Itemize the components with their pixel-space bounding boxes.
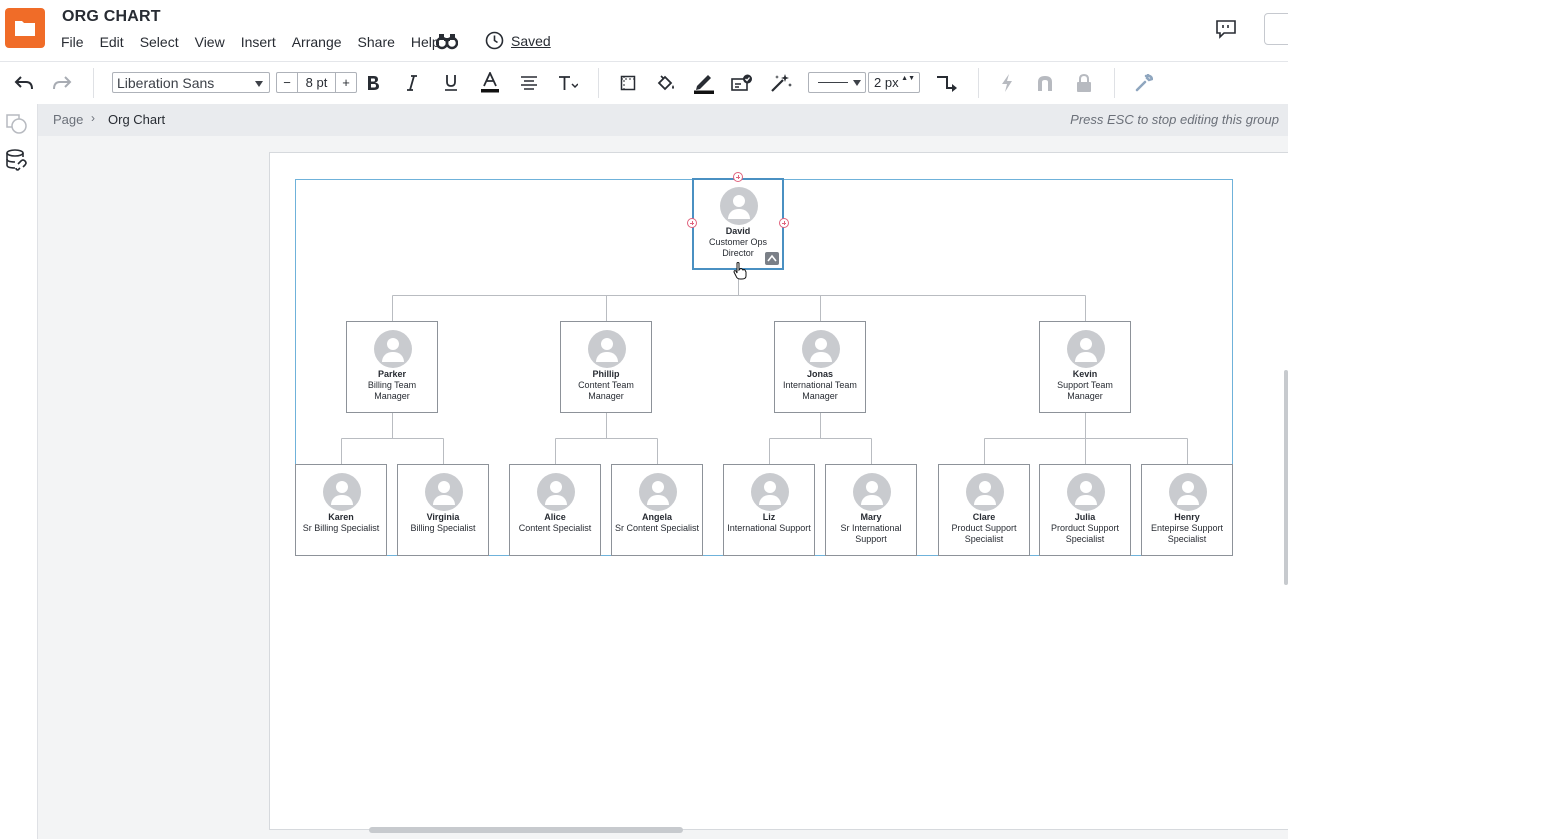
card-name: Parker: [377, 369, 407, 379]
avatar-icon: [537, 473, 575, 511]
card-title: Content Team Manager: [578, 380, 634, 401]
card-name: Liz: [762, 512, 776, 522]
avatar-icon: [751, 473, 789, 511]
org-card-manager[interactable]: Jonas International Team Manager: [774, 321, 866, 413]
card-name: Alice: [544, 512, 566, 522]
card-title: Sr Billing Specialist: [302, 523, 380, 533]
card-title: Support Team Manager: [1057, 380, 1113, 401]
card-title: Entepirse Support Specialist: [1150, 523, 1224, 544]
card-title: Product Support Specialist: [951, 523, 1017, 544]
avatar-icon: [374, 330, 412, 368]
org-card-staff[interactable]: Clare Product Support Specialist: [938, 464, 1030, 556]
card-name: Henry: [1174, 512, 1200, 522]
avatar-icon: [966, 473, 1004, 511]
card-title: Sr Content Specialist: [614, 523, 700, 533]
avatar-icon: [1067, 473, 1105, 511]
avatar-icon: [1067, 330, 1105, 368]
add-node-top-icon[interactable]: [733, 172, 743, 182]
org-card-staff[interactable]: Angela Sr Content Specialist: [611, 464, 703, 556]
card-title: International Team Manager: [783, 380, 857, 401]
org-card-staff[interactable]: Virginia Billing Specialist: [397, 464, 489, 556]
collapse-icon[interactable]: [765, 252, 779, 265]
card-title: Billing Specialist: [410, 523, 476, 533]
org-card-root[interactable]: David Customer Ops Director: [692, 178, 784, 270]
avatar-icon: [588, 330, 626, 368]
avatar-icon: [802, 330, 840, 368]
card-name: Phillip: [592, 369, 620, 379]
add-node-left-icon[interactable]: [687, 218, 697, 228]
card-name: Julia: [1074, 512, 1096, 522]
card-name: Virginia: [426, 512, 460, 522]
card-name: Karen: [328, 512, 354, 522]
vertical-scrollbar[interactable]: [1284, 370, 1288, 585]
add-node-right-icon[interactable]: [779, 218, 789, 228]
org-card-staff[interactable]: Henry Entepirse Support Specialist: [1141, 464, 1233, 556]
card-name: Angela: [641, 512, 672, 522]
card-name: Jonas: [806, 369, 833, 379]
org-card-manager[interactable]: Phillip Content Team Manager: [560, 321, 652, 413]
avatar-icon: [1169, 473, 1207, 511]
hand-cursor-icon: [733, 262, 747, 285]
avatar-icon: [853, 473, 891, 511]
card-title: Prorduct Support Specialist: [1050, 523, 1120, 544]
app-window: ORG CHART File Edit Select View Insert A…: [0, 0, 1288, 839]
org-card-staff[interactable]: Julia Prorduct Support Specialist: [1039, 464, 1131, 556]
avatar-icon: [425, 473, 463, 511]
org-card-staff[interactable]: Mary Sr International Support: [825, 464, 917, 556]
card-title: Billing Team Manager: [367, 380, 417, 401]
avatar-icon: [720, 187, 758, 225]
card-name: Kevin: [1072, 369, 1098, 379]
avatar-icon: [639, 473, 677, 511]
org-card-manager[interactable]: Parker Billing Team Manager: [346, 321, 438, 413]
org-card-staff[interactable]: Liz International Support: [723, 464, 815, 556]
avatar-icon: [323, 473, 361, 511]
card-title: Sr International Support: [840, 523, 902, 544]
card-name: Clare: [972, 512, 996, 522]
org-card-staff[interactable]: Karen Sr Billing Specialist: [295, 464, 387, 556]
card-name: David: [725, 226, 751, 236]
card-name: Mary: [860, 512, 882, 522]
card-title: International Support: [727, 523, 811, 533]
horizontal-scrollbar[interactable]: [369, 827, 683, 833]
org-card-staff[interactable]: Alice Content Specialist: [509, 464, 601, 556]
org-card-manager[interactable]: Kevin Support Team Manager: [1039, 321, 1131, 413]
card-title: Content Specialist: [518, 523, 592, 533]
